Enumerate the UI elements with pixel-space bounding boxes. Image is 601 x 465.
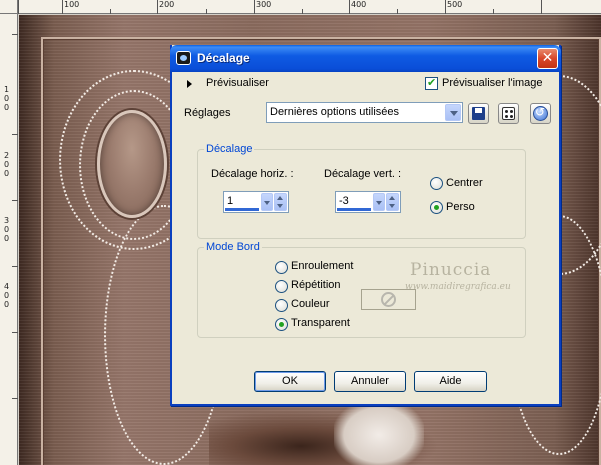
ruler-tick bbox=[12, 332, 18, 333]
ruler-corner bbox=[0, 0, 18, 14]
ruler-left-label: 0 bbox=[4, 169, 10, 178]
settings-label: Réglages bbox=[184, 107, 231, 119]
ruler-tick bbox=[302, 9, 303, 14]
ruler-tick bbox=[493, 9, 494, 14]
edge-color-swatch[interactable] bbox=[361, 289, 416, 310]
ruler-tick bbox=[254, 0, 255, 14]
save-preset-button[interactable] bbox=[468, 103, 489, 124]
ruler-left-label: 0 bbox=[4, 94, 10, 103]
reset-icon bbox=[533, 105, 548, 121]
chevron-down-icon[interactable] bbox=[373, 193, 385, 211]
ruler-tick bbox=[541, 0, 542, 14]
ruler-label-100: 100 bbox=[64, 0, 80, 9]
color-radio[interactable] bbox=[275, 299, 288, 312]
no-color-icon bbox=[381, 292, 396, 307]
chevron-down-icon[interactable] bbox=[445, 104, 461, 121]
ruler-label-400: 400 bbox=[351, 0, 367, 9]
ruler-tick bbox=[62, 0, 63, 14]
wrap-radio[interactable] bbox=[275, 261, 288, 274]
ruler-tick bbox=[349, 0, 350, 14]
save-icon bbox=[472, 107, 485, 120]
check-icon: ✔ bbox=[427, 76, 437, 89]
dice-icon bbox=[502, 107, 515, 120]
ruler-left-label: 0 bbox=[4, 103, 10, 112]
preview-toggle-label[interactable]: Prévisualiser bbox=[206, 77, 269, 89]
preview-image-label[interactable]: Prévisualiser l'image bbox=[442, 77, 543, 89]
wrap-radio-label[interactable]: Enroulement bbox=[291, 260, 353, 272]
random-button[interactable] bbox=[498, 103, 519, 124]
ruler-left-label: 0 bbox=[4, 291, 10, 300]
dialog-titlebar[interactable]: Décalage ✕ bbox=[170, 45, 561, 72]
ruler-left-label: 0 bbox=[4, 225, 10, 234]
ruler-label-200: 200 bbox=[159, 0, 175, 9]
repeat-radio[interactable] bbox=[275, 280, 288, 293]
repeat-radio-label[interactable]: Répétition bbox=[291, 279, 341, 291]
horiz-offset-label: Décalage horiz. : bbox=[211, 168, 294, 180]
chevron-down-icon[interactable] bbox=[261, 193, 273, 211]
custom-radio-label[interactable]: Perso bbox=[446, 201, 475, 213]
horiz-offset-slider[interactable] bbox=[225, 208, 259, 211]
center-radio-label[interactable]: Centrer bbox=[446, 177, 483, 189]
close-button[interactable]: ✕ bbox=[537, 48, 558, 69]
ruler-tick bbox=[157, 0, 158, 14]
horiz-offset-input[interactable]: 1 bbox=[223, 191, 289, 213]
oval-cabochon bbox=[97, 110, 167, 218]
expand-arrow-icon[interactable] bbox=[187, 80, 192, 88]
watermark-name: Pinuccia bbox=[410, 260, 492, 280]
color-radio-label[interactable]: Couleur bbox=[291, 298, 330, 310]
ruler-tick bbox=[12, 200, 18, 201]
vert-offset-label: Décalage vert. : bbox=[324, 168, 402, 180]
ruler-left-label: 4 bbox=[4, 282, 10, 291]
ruler-left-label: 0 bbox=[4, 160, 10, 169]
app-icon bbox=[176, 51, 191, 65]
ruler-top: 100 200 300 400 500 bbox=[0, 0, 601, 14]
spin-arrows-icon[interactable] bbox=[274, 193, 287, 211]
ruler-tick bbox=[206, 9, 207, 14]
edge-mode-group-title: Mode Bord bbox=[204, 241, 262, 253]
spin-arrows-icon[interactable] bbox=[386, 193, 399, 211]
ruler-tick bbox=[12, 134, 18, 135]
custom-radio[interactable] bbox=[430, 201, 443, 214]
ruler-left-label: 2 bbox=[4, 151, 10, 160]
settings-select-value: Dernières options utilisées bbox=[270, 106, 400, 118]
preview-image-checkbox[interactable]: ✔ bbox=[425, 76, 438, 90]
transparent-radio-label[interactable]: Transparent bbox=[291, 317, 350, 329]
transparent-radio[interactable] bbox=[275, 318, 288, 331]
veil-drape bbox=[334, 400, 424, 465]
ruler-tick bbox=[110, 9, 111, 14]
settings-select[interactable]: Dernières options utilisées bbox=[266, 102, 463, 123]
reset-button[interactable] bbox=[530, 103, 551, 124]
center-radio[interactable] bbox=[430, 177, 443, 190]
ruler-tick bbox=[12, 34, 18, 35]
ruler-label-300: 300 bbox=[256, 0, 272, 9]
offset-group-title: Décalage bbox=[204, 143, 255, 155]
ruler-left-label: 1 bbox=[4, 85, 10, 94]
ruler-left-label: 3 bbox=[4, 216, 10, 225]
cancel-button[interactable]: Annuler bbox=[334, 371, 406, 392]
ok-button[interactable]: OK bbox=[254, 371, 326, 392]
vert-offset-input[interactable]: -3 bbox=[335, 191, 401, 213]
ruler-left-label: 0 bbox=[4, 234, 10, 243]
dialog-title: Décalage bbox=[197, 51, 250, 65]
ruler-tick bbox=[12, 266, 18, 267]
offset-group: Décalage Décalage horiz. : 1 Décalage ve… bbox=[197, 143, 526, 239]
ruler-tick bbox=[18, 0, 19, 14]
ruler-left: 1 0 0 2 0 0 3 0 0 4 0 0 bbox=[0, 14, 18, 465]
help-button[interactable]: Aide bbox=[414, 371, 487, 392]
horiz-offset-value: 1 bbox=[227, 195, 234, 207]
ruler-tick bbox=[445, 0, 446, 14]
ruler-tick bbox=[12, 398, 18, 399]
vert-offset-value: -3 bbox=[339, 195, 349, 207]
watermark-url: www.maidiregrafica.eu bbox=[405, 282, 511, 292]
vert-offset-slider[interactable] bbox=[337, 208, 371, 211]
offset-dialog: Décalage ✕ Prévisualiser ✔ Prévisualiser… bbox=[170, 45, 561, 406]
ruler-tick bbox=[397, 9, 398, 14]
ruler-label-500: 500 bbox=[447, 0, 463, 9]
ruler-left-label: 0 bbox=[4, 300, 10, 309]
